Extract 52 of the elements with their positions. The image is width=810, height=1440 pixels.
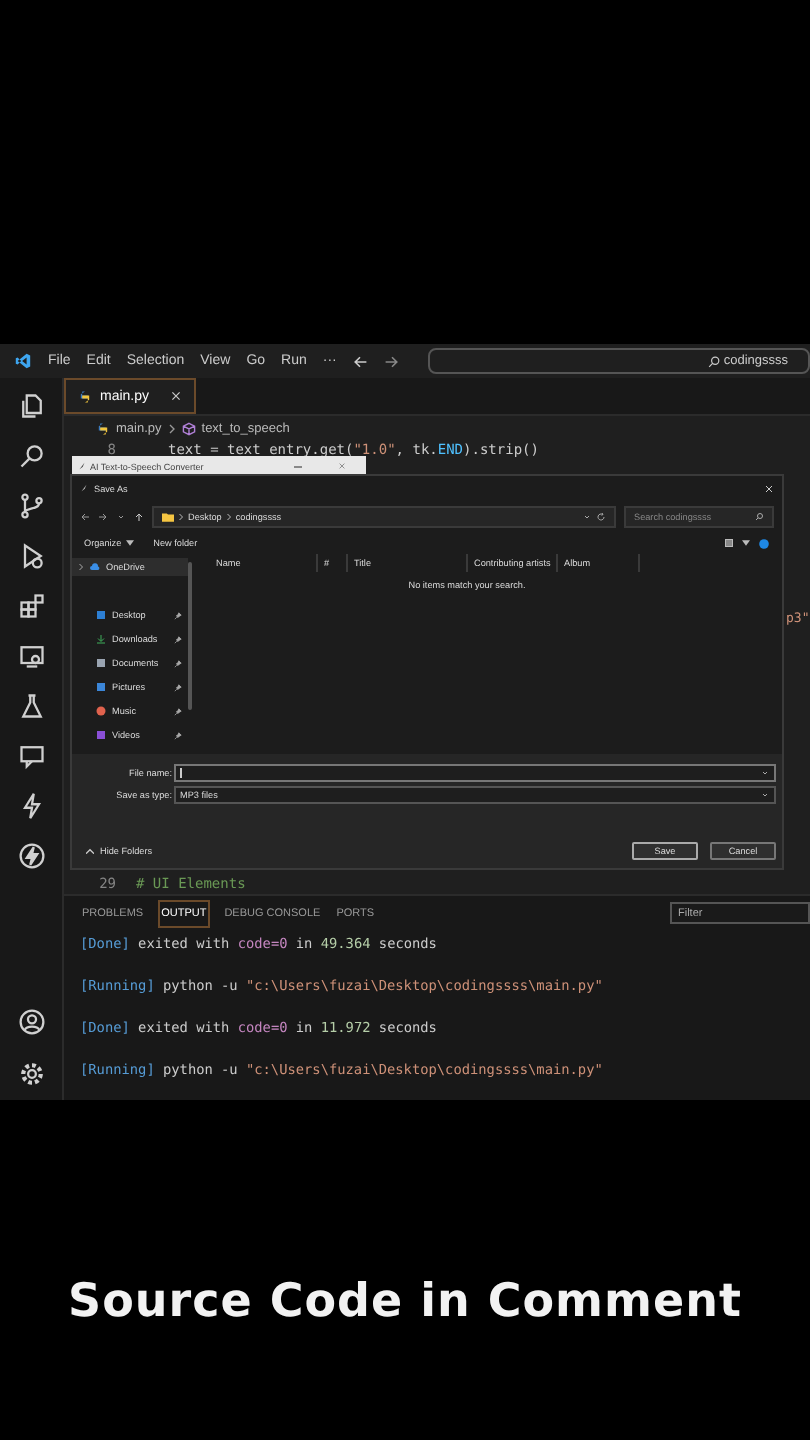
search-icon (754, 511, 764, 521)
python-icon (78, 389, 92, 403)
pin-icon (174, 635, 182, 643)
feather-icon (78, 462, 86, 470)
python-icon (96, 421, 110, 435)
chevron-right-icon (225, 511, 232, 521)
flask-icon[interactable] (17, 692, 45, 720)
files-icon[interactable] (17, 392, 45, 420)
search-icon (707, 355, 720, 367)
pin-icon (174, 707, 182, 715)
cloud-icon (90, 562, 100, 572)
file-name-field[interactable] (174, 764, 776, 782)
caret-icon (125, 540, 134, 546)
download-icon (96, 634, 106, 644)
refresh-icon[interactable] (596, 511, 606, 521)
view-icon[interactable] (724, 538, 734, 548)
lightning-circle-icon[interactable] (17, 842, 45, 870)
pin-icon (174, 659, 182, 667)
pin-icon (174, 683, 182, 691)
back-arrow-icon[interactable] (80, 511, 90, 521)
help-icon[interactable] (758, 537, 770, 549)
account-icon[interactable] (17, 1008, 45, 1036)
caption: Source Code in Comment (68, 1276, 742, 1328)
forward-arrow-icon[interactable] (384, 353, 401, 369)
back-arrow-icon[interactable] (352, 353, 369, 369)
image-icon (96, 682, 106, 692)
feather-icon (80, 484, 88, 492)
music-icon (96, 706, 106, 716)
document-icon (96, 658, 106, 668)
chevron-right-icon (167, 421, 176, 435)
settings-icon[interactable] (17, 1060, 45, 1088)
up-arrow-icon[interactable] (134, 511, 144, 521)
chevron-right-icon[interactable] (78, 562, 84, 572)
desktop-icon (96, 610, 106, 620)
lightning-icon[interactable] (17, 792, 45, 820)
chat-icon[interactable] (17, 742, 45, 770)
close-icon[interactable] (169, 390, 182, 402)
app-logo-icon (14, 352, 32, 370)
monitor-icon[interactable] (17, 642, 45, 670)
chevron-up-icon (86, 848, 94, 854)
pin-icon (174, 611, 182, 619)
caret-icon[interactable] (742, 540, 750, 546)
cube-icon (181, 421, 196, 435)
video-icon (96, 730, 106, 740)
search-icon[interactable] (17, 442, 45, 470)
branch-icon[interactable] (17, 492, 45, 520)
folder-icon (162, 511, 174, 521)
forward-arrow-icon[interactable] (98, 511, 108, 521)
extensions-icon[interactable] (17, 592, 45, 620)
close-icon[interactable] (764, 483, 774, 493)
chevron-right-icon (178, 511, 184, 521)
pin-icon (174, 731, 182, 739)
